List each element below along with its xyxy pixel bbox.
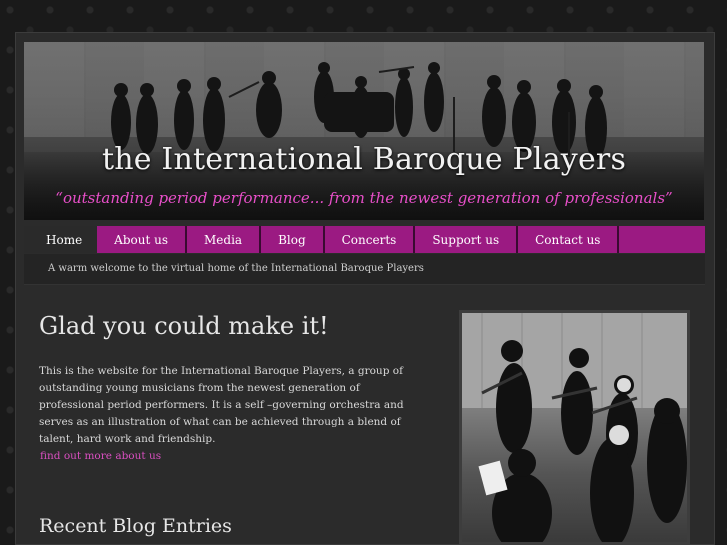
nav-item-about-us[interactable]: About us: [97, 226, 187, 253]
musicians-photo: [459, 310, 690, 545]
welcome-text: A warm welcome to the virtual home of th…: [48, 263, 424, 274]
site-tagline: “outstanding period performance... from …: [55, 189, 673, 207]
intro-paragraph: This is the website for the Internationa…: [39, 365, 404, 445]
site-header: the International Baroque Players “outst…: [24, 42, 704, 220]
about-us-link[interactable]: find out more about us: [40, 450, 161, 462]
nav-item-concerts[interactable]: Concerts: [325, 226, 416, 253]
nav-item-blog[interactable]: Blog: [261, 226, 325, 253]
nav-item-home[interactable]: Home: [24, 226, 98, 253]
nav-item-media[interactable]: Media: [187, 226, 262, 253]
musicians-photo-image: [462, 313, 687, 542]
site-title: the International Baroque Players: [101, 142, 627, 177]
welcome-bar: A warm welcome to the virtual home of th…: [24, 254, 705, 285]
blog-heading: Recent Blog Entries: [39, 515, 232, 537]
nav-item-support-us[interactable]: Support us: [415, 226, 519, 253]
main-nav: Home About us Media Blog Concerts Suppor…: [24, 226, 705, 253]
nav-item-contact-us[interactable]: Contact us: [518, 226, 620, 253]
page-heading: Glad you could make it!: [39, 312, 329, 340]
